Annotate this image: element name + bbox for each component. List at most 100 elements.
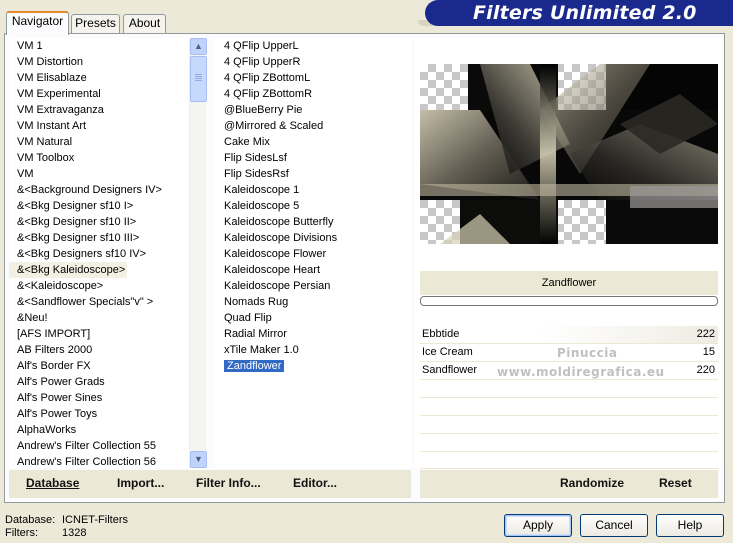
import-button[interactable]: Import... (117, 476, 164, 490)
category-item[interactable]: VM Distortion (9, 54, 83, 70)
category-scrollbar[interactable]: ▲ ▼ (189, 38, 207, 468)
category-item[interactable]: [AFS IMPORT] (9, 326, 90, 342)
tab-about[interactable]: About (123, 14, 166, 33)
category-item[interactable]: &<Bkg Designer sf10 II> (9, 214, 136, 230)
category-label: AB Filters 2000 (17, 344, 93, 356)
category-item[interactable]: Alf's Border FX (9, 358, 91, 374)
filter-list[interactable]: 4 QFlip UpperL 4 QFlip UpperR 4 QFlip ZBot… (214, 38, 412, 468)
filter-label: Kaleidoscope 5 (224, 200, 300, 212)
category-item[interactable]: &<Sandflower Specials"v" > (9, 294, 153, 310)
category-item[interactable]: Alf's Power Toys (9, 406, 97, 422)
category-label: Alf's Border FX (17, 360, 91, 372)
param-slot-empty (420, 434, 718, 452)
filter-item[interactable]: Kaleidoscope Heart (214, 262, 320, 278)
category-item[interactable]: &<Background Designers IV> (9, 182, 162, 198)
filter-item[interactable]: Kaleidoscope 5 (214, 198, 299, 214)
filter-item[interactable]: 4 QFlip UpperR (214, 54, 300, 70)
category-item[interactable]: VM 1 (9, 38, 43, 54)
scroll-up-button[interactable]: ▲ (190, 38, 207, 55)
filter-label: Kaleidoscope Flower (224, 248, 327, 260)
category-label: Alf's Power Sines (17, 392, 103, 404)
apply-button[interactable]: Apply (504, 514, 572, 537)
filter-item[interactable]: Zandflower (214, 358, 286, 374)
filter-item[interactable]: Kaleidoscope Flower (214, 246, 326, 262)
tab-navigator[interactable]: Navigator (6, 11, 69, 35)
param-slot-empty (420, 416, 718, 434)
category-label: Andrew's Filter Collection 55 (17, 440, 157, 452)
category-label: AlphaWorks (17, 424, 77, 436)
filter-item[interactable]: Nomads Rug (214, 294, 288, 310)
category-item[interactable]: VM Instant Art (9, 118, 86, 134)
filter-item[interactable]: 4 QFlip UpperL (214, 38, 299, 54)
category-list[interactable]: VM 1 VM Distortion VM Elisablaze VM Experim… (9, 38, 189, 468)
filter-label: Flip SidesLsf (224, 152, 287, 164)
category-label: Alf's Power Grads (17, 376, 105, 388)
filter-label: Radial Mirror (224, 328, 287, 340)
cancel-button[interactable]: Cancel (580, 514, 648, 537)
category-label: VM Toolbox (17, 152, 75, 164)
category-item[interactable]: Andrew's Filter Collection 55 (9, 438, 156, 454)
param-ebbtide[interactable]: Ebbtide 222 (420, 326, 718, 344)
filter-info-button[interactable]: Filter Info... (196, 476, 261, 490)
filter-label: @Mirrored & Scaled (224, 120, 324, 132)
category-item[interactable]: VM (9, 166, 34, 182)
category-item[interactable]: VM Natural (9, 134, 72, 150)
scroll-thumb[interactable] (190, 56, 207, 102)
filter-item[interactable]: Quad Flip (214, 310, 272, 326)
category-item[interactable]: AlphaWorks (9, 422, 76, 438)
category-item[interactable]: Andrew's Filter Collection 56 (9, 454, 156, 470)
randomize-button[interactable]: Randomize (560, 476, 624, 490)
category-item[interactable]: &<Bkg Designer sf10 I> (9, 198, 133, 214)
filters-info: Filters: 1328 (5, 527, 86, 539)
category-label: VM Instant Art (17, 120, 87, 132)
filter-item[interactable]: Cake Mix (214, 134, 270, 150)
category-item[interactable]: Alf's Power Grads (9, 374, 105, 390)
filter-item[interactable]: Radial Mirror (214, 326, 287, 342)
category-item[interactable]: &Neu! (9, 310, 48, 326)
filter-item[interactable]: 4 QFlip ZBottomR (214, 86, 312, 102)
category-label: VM 1 (17, 40, 43, 52)
category-item[interactable]: VM Extravaganza (9, 102, 104, 118)
category-item[interactable]: &<Bkg Designer sf10 III> (9, 230, 139, 246)
filter-label: Kaleidoscope 1 (224, 184, 300, 196)
filter-item[interactable]: Kaleidoscope Persian (214, 278, 330, 294)
category-item[interactable]: &<Bkg Kaleidoscope> (9, 262, 127, 278)
tab-presets[interactable]: Presets (71, 14, 120, 33)
filter-label: Kaleidoscope Butterfly (224, 216, 334, 228)
filter-item[interactable]: Flip SidesLsf (214, 150, 287, 166)
help-button[interactable]: Help (656, 514, 724, 537)
category-label: VM Extravaganza (17, 104, 104, 116)
filter-item[interactable]: Kaleidoscope Butterfly (214, 214, 333, 230)
filter-label: Kaleidoscope Divisions (224, 232, 338, 244)
filter-item[interactable]: Flip SidesRsf (214, 166, 289, 182)
filter-label: @BlueBerry Pie (224, 104, 303, 116)
filter-item[interactable]: @BlueBerry Pie (214, 102, 302, 118)
filter-label: 4 QFlip ZBottomR (224, 88, 313, 100)
category-item[interactable]: VM Toolbox (9, 150, 74, 166)
filter-item[interactable]: Kaleidoscope Divisions (214, 230, 337, 246)
editor-button[interactable]: Editor... (293, 476, 337, 490)
filter-item[interactable]: Kaleidoscope 1 (214, 182, 299, 198)
title-banner: Filters Unlimited 2.0 (425, 0, 733, 26)
category-item[interactable]: Alf's Power Sines (9, 390, 102, 406)
scroll-down-button[interactable]: ▼ (190, 451, 207, 468)
preview-graphic (420, 64, 718, 244)
filter-label: 4 QFlip UpperL (224, 40, 299, 52)
filter-item[interactable]: xTile Maker 1.0 (214, 342, 299, 358)
category-item[interactable]: VM Elisablaze (9, 70, 87, 86)
filters-info-label: Filters: (5, 527, 38, 539)
filter-label: 4 QFlip ZBottomL (224, 72, 311, 84)
filter-item[interactable]: 4 QFlip ZBottomL (214, 70, 310, 86)
category-label: &Neu! (17, 312, 48, 324)
database-info-label: Database: (5, 514, 56, 526)
category-item[interactable]: AB Filters 2000 (9, 342, 92, 358)
watermark-url: www.moldiregrafica.eu (497, 365, 665, 379)
filter-label: Kaleidoscope Heart (224, 264, 321, 276)
category-item[interactable]: &<Bkg Designers sf10 IV> (9, 246, 146, 262)
filter-item[interactable]: @Mirrored & Scaled (214, 118, 323, 134)
database-button[interactable]: Database (26, 476, 79, 490)
reset-button[interactable]: Reset (659, 476, 692, 490)
category-item[interactable]: VM Experimental (9, 86, 101, 102)
category-label: Alf's Power Toys (17, 408, 98, 420)
category-item[interactable]: &<Kaleidoscope> (9, 278, 103, 294)
